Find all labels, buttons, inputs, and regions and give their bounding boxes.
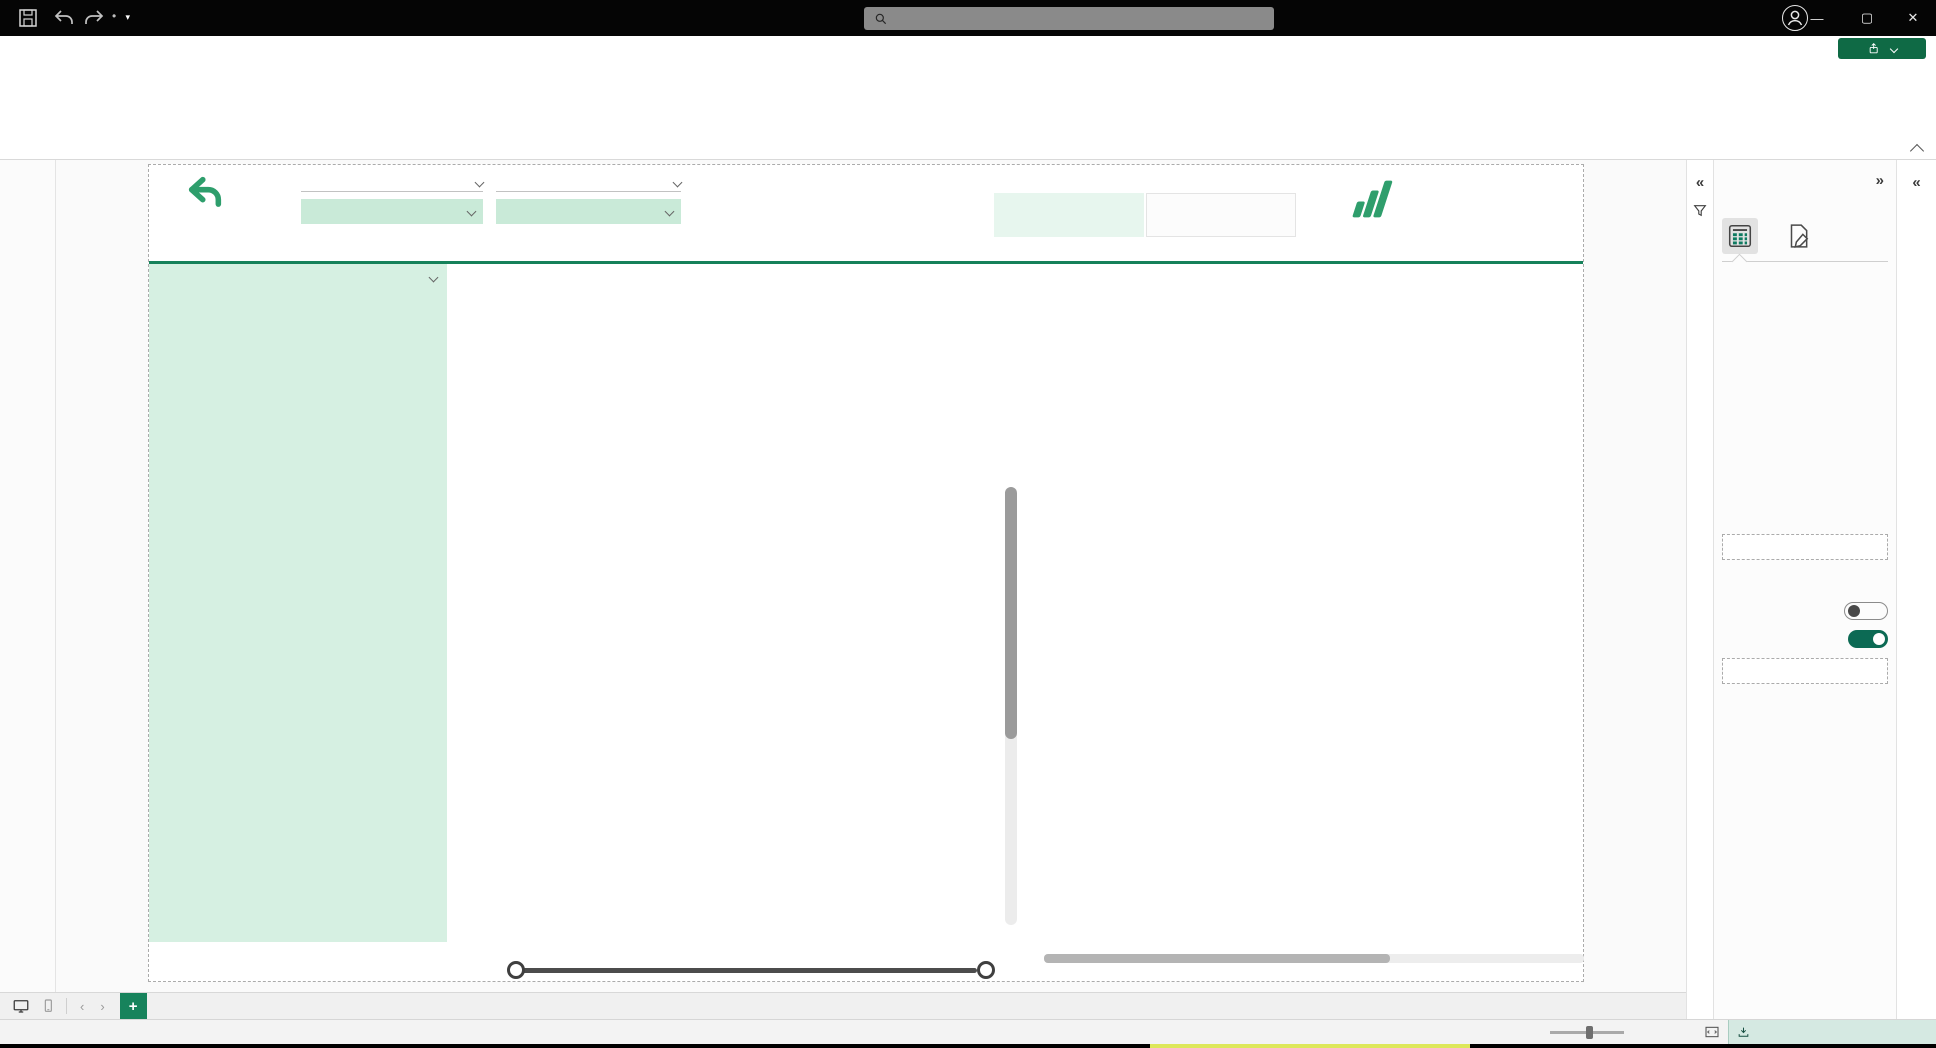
chevron-down-icon[interactable]: [429, 273, 439, 283]
desktop-layout-icon[interactable]: [12, 997, 30, 1015]
mobile-layout-icon[interactable]: [40, 998, 56, 1014]
chevron-down-icon[interactable]: [673, 178, 683, 188]
search-input[interactable]: [864, 7, 1274, 30]
expand-visualizations-icon[interactable]: »: [1876, 172, 1884, 189]
chevron-down-icon[interactable]: [475, 178, 485, 188]
share-button[interactable]: [1838, 38, 1926, 59]
expand-data-icon[interactable]: «: [1897, 174, 1936, 191]
filter-icon: [1687, 203, 1713, 219]
axis-range-slider[interactable]: [515, 968, 977, 973]
visualizations-pane: »: [1713, 160, 1896, 1019]
build-visual-tab[interactable]: [1722, 218, 1758, 254]
download-icon: [1737, 1026, 1750, 1039]
new-page-button[interactable]: +: [120, 993, 147, 1019]
values-field-well[interactable]: [1722, 534, 1888, 560]
range-slider-right-handle[interactable]: [977, 961, 995, 979]
previous-page-icon[interactable]: ‹: [77, 999, 87, 1014]
zoom-slider-thumb[interactable]: [1586, 1026, 1593, 1039]
next-page-icon[interactable]: ›: [97, 999, 107, 1014]
cross-report-toggle[interactable]: [1844, 602, 1888, 620]
back-arrow-icon: [185, 173, 225, 213]
taskbar-sliver: [1150, 1044, 1470, 1048]
zoom-slider[interactable]: [1550, 1031, 1624, 1034]
measure-selector-panel: [149, 264, 447, 942]
keep-all-filters-toggle[interactable]: [1848, 630, 1888, 648]
range-slider-left-handle[interactable]: [507, 961, 525, 979]
document-title[interactable]: • ▾: [112, 9, 130, 23]
empresas-aseguradoras-button[interactable]: [994, 193, 1144, 237]
datax-shaf-logo: [1349, 177, 1409, 221]
aseguradoras-dropdown[interactable]: [496, 199, 681, 224]
ribbon: [0, 60, 1936, 160]
undo-icon[interactable]: [52, 6, 76, 30]
drill-through-field-well[interactable]: [1722, 658, 1888, 684]
format-visual-tab[interactable]: [1780, 218, 1816, 254]
data-pane-collapsed[interactable]: «: [1896, 160, 1936, 1019]
filters-pane-collapsed[interactable]: «: [1686, 160, 1713, 1019]
powerbi-desktop-window: • ▾ — ▢ ✕: [0, 0, 1936, 1048]
page-tab-bar: ‹ › +: [0, 992, 1686, 1019]
datax-logo-icon: [1349, 177, 1401, 221]
save-icon[interactable]: [16, 6, 40, 30]
search-icon: [874, 12, 888, 26]
fecha-filter: [301, 179, 483, 224]
report-page: [148, 164, 1584, 982]
chart-scrollbar[interactable]: [1005, 487, 1017, 925]
close-button[interactable]: ✕: [1890, 0, 1936, 36]
update-available-button[interactable]: [1728, 1020, 1936, 1044]
share-icon: [1868, 42, 1881, 55]
matrix-horizontal-scrollbar[interactable]: [1044, 954, 1584, 963]
maximize-button[interactable]: ▢: [1844, 0, 1890, 36]
expand-filters-icon[interactable]: «: [1687, 174, 1713, 191]
minimize-button[interactable]: —: [1794, 0, 1840, 36]
grupos-aseguradoras-button[interactable]: [1146, 193, 1296, 237]
redo-icon[interactable]: [82, 6, 106, 30]
fecha-dropdown[interactable]: [301, 199, 483, 224]
menu-bar: [0, 36, 1936, 60]
title-caret-icon: ▾: [126, 12, 131, 22]
aseguradoras-filter: [496, 179, 681, 224]
matrix-visual: [1044, 369, 1584, 379]
view-rail: [0, 160, 56, 1019]
status-bar: [0, 1019, 1936, 1044]
title-bar: • ▾ — ▢ ✕: [0, 0, 1936, 36]
fit-to-page-icon[interactable]: [1704, 1024, 1720, 1040]
